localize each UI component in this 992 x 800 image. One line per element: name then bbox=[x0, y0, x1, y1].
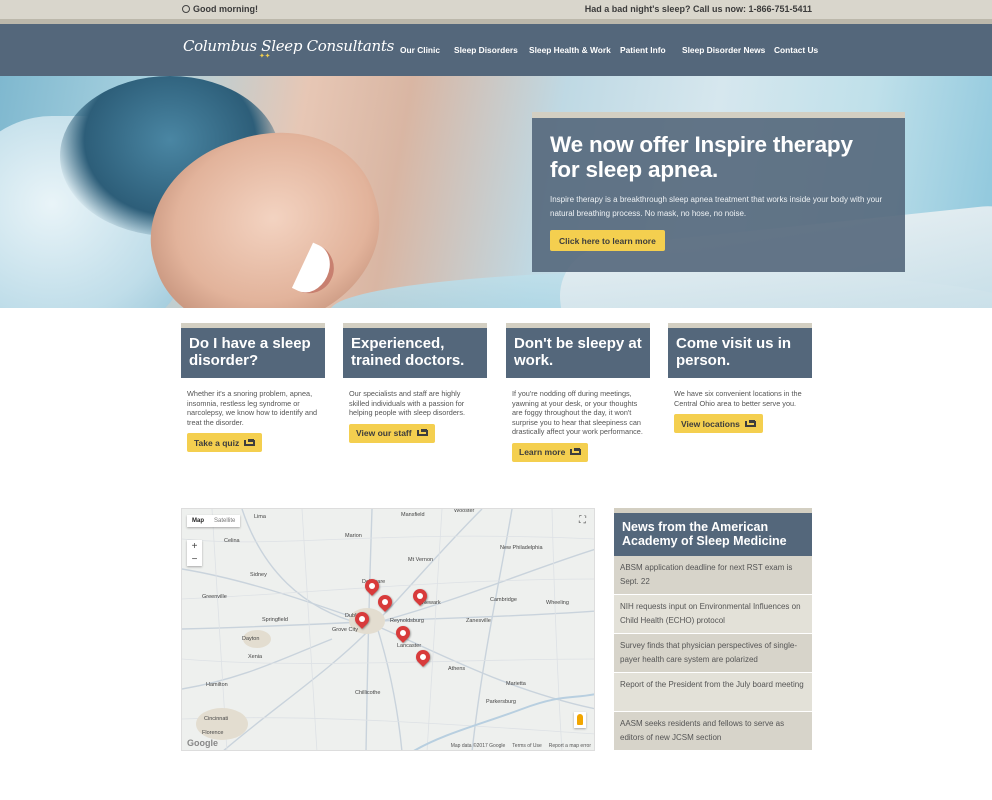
zoom-out-button[interactable]: − bbox=[187, 553, 202, 566]
map-label-florence: Florence bbox=[202, 730, 224, 736]
zoom-control: + − bbox=[187, 540, 202, 566]
hero-promo: We now offer Inspire therapy for sleep a… bbox=[532, 112, 905, 272]
street-view-icon[interactable] bbox=[574, 712, 586, 728]
map-label-lancaster: Lancaster bbox=[397, 643, 422, 649]
nav-item-sleep-disorders[interactable]: Sleep Disorders bbox=[454, 45, 518, 55]
card-body: Whether it's a snoring problem, apnea, i… bbox=[187, 389, 318, 427]
map-label-chillicothe: Chillicothe bbox=[355, 690, 381, 696]
map-label-sidney: Sidney bbox=[250, 572, 267, 578]
map-label-greenville: Greenville bbox=[202, 594, 227, 600]
news-item[interactable]: NIH requests input on Environmental Infl… bbox=[614, 595, 812, 634]
card-body: Our specialists and staff are highly ski… bbox=[349, 389, 466, 417]
map-label-wooster: Wooster bbox=[454, 508, 475, 514]
top-bar: Good morning! Had a bad night's sleep? C… bbox=[0, 0, 992, 19]
bed-icon bbox=[744, 419, 756, 427]
nav-item-contact-us[interactable]: Contact Us bbox=[774, 45, 818, 55]
card-body: If you're nodding off during meetings, y… bbox=[512, 389, 643, 436]
news-title: News from the American Academy of Sleep … bbox=[614, 508, 812, 556]
card-title: Come visit us in person. bbox=[668, 323, 812, 378]
card-doctors: Experienced, trained doctors. Our specia… bbox=[343, 323, 487, 443]
fullscreen-icon[interactable]: ⛶ bbox=[579, 515, 586, 526]
map-label-new-philadelphia: New Philadelphia bbox=[500, 545, 543, 551]
hero-body: Inspire therapy is a breakthrough sleep … bbox=[550, 195, 883, 218]
learn-more-button[interactable]: Learn more bbox=[512, 442, 589, 462]
card-visit: Come visit us in person. We have six con… bbox=[668, 323, 812, 433]
greeting-text: Good morning! bbox=[193, 4, 258, 14]
button-label: Take a quiz bbox=[194, 437, 240, 448]
main-nav: Our Clinic Sleep Disorders Sleep Health … bbox=[0, 45, 992, 57]
news-item[interactable]: ABSM application deadline for next RST e… bbox=[614, 556, 812, 595]
map-label-marietta: Marietta bbox=[506, 681, 526, 687]
zoom-in-button[interactable]: + bbox=[187, 540, 202, 553]
map-label-cambridge: Cambridge bbox=[490, 597, 517, 603]
map-label-zanesville: Zanesville bbox=[466, 618, 491, 624]
map-label-xenia: Xenia bbox=[248, 654, 263, 660]
map-type-satellite[interactable]: Satellite bbox=[209, 515, 240, 527]
hero-cta-button[interactable]: Click here to learn more bbox=[550, 230, 665, 251]
map-footer: Map data ©2017 Google Terms of Use Repor… bbox=[451, 743, 591, 749]
map-data-credit: Map data ©2017 Google bbox=[450, 743, 506, 749]
card-title: Experienced, trained doctors. bbox=[343, 323, 487, 378]
locations-map[interactable]: Lima Celina Marion Mansfield Wooster New… bbox=[181, 508, 595, 751]
map-label-dayton: Dayton bbox=[242, 636, 260, 642]
map-type-control: Map Satellite bbox=[187, 515, 241, 527]
nav-item-sleep-health-work[interactable]: Sleep Health & Work bbox=[529, 45, 611, 55]
greeting: Good morning! bbox=[182, 4, 258, 14]
button-label: View locations bbox=[681, 418, 740, 429]
map-label-grove-city: Grove City bbox=[332, 627, 358, 633]
phone-callout[interactable]: Had a bad night's sleep? Call us now: 1-… bbox=[585, 4, 812, 14]
map-label-lima: Lima bbox=[254, 514, 266, 520]
nav-item-our-clinic[interactable]: Our Clinic bbox=[400, 45, 440, 55]
map-label-mansfield: Mansfield bbox=[401, 512, 425, 518]
button-label: Learn more bbox=[519, 447, 566, 457]
view-locations-button[interactable]: View locations bbox=[674, 414, 763, 433]
map-label-parkersburg: Parkersburg bbox=[486, 699, 516, 705]
map-label-springfield: Springfield bbox=[262, 617, 288, 623]
bed-icon bbox=[416, 429, 428, 436]
nav-item-sleep-disorder-news[interactable]: Sleep Disorder News bbox=[682, 45, 765, 55]
hero-title: We now offer Inspire therapy for sleep a… bbox=[550, 132, 853, 182]
news-item[interactable]: Report of the President from the July bo… bbox=[614, 673, 812, 712]
news-list: ABSM application deadline for next RST e… bbox=[614, 556, 812, 751]
card-body: We have six convenient locations in the … bbox=[674, 389, 802, 408]
map-label-mt-vernon: Mt Vernon bbox=[408, 557, 434, 563]
report-error-link[interactable]: Report a map error bbox=[549, 743, 591, 749]
site-header: Columbus Sleep Consultants ✦✦ Our Clinic… bbox=[0, 24, 992, 76]
button-label: View our staff bbox=[356, 428, 412, 438]
terms-link[interactable]: Terms of Use bbox=[512, 743, 541, 749]
map-label-hamilton: Hamilton bbox=[206, 682, 228, 688]
map-label-athens: Athens bbox=[448, 666, 466, 672]
card-sleepy-work: Don't be sleepy at work. If you're noddi… bbox=[506, 323, 650, 462]
card-sleep-disorder: Do I have a sleep disorder? Whether it's… bbox=[181, 323, 325, 452]
nav-item-patient-info[interactable]: Patient Info bbox=[620, 45, 666, 55]
view-staff-button[interactable]: View our staff bbox=[349, 423, 435, 443]
card-title: Don't be sleepy at work. bbox=[506, 323, 650, 378]
take-quiz-button[interactable]: Take a quiz bbox=[187, 433, 263, 452]
google-logo: Google bbox=[187, 738, 218, 748]
news-item[interactable]: Survey finds that physician perspectives… bbox=[614, 634, 812, 673]
bed-icon bbox=[244, 438, 256, 446]
map-label-cincinnati: Cincinnati bbox=[204, 716, 229, 722]
card-title: Do I have a sleep disorder? bbox=[181, 323, 325, 378]
news-item[interactable]: AASM seeks residents and fellows to serv… bbox=[614, 712, 812, 751]
bed-icon bbox=[570, 448, 582, 455]
news-panel: News from the American Academy of Sleep … bbox=[614, 508, 812, 751]
clock-icon bbox=[182, 5, 190, 13]
map-type-map[interactable]: Map bbox=[187, 515, 209, 527]
map-label-reynoldsburg: Reynoldsburg bbox=[390, 618, 424, 624]
map-label-celina: Celina bbox=[224, 538, 240, 544]
map-label-wheeling: Wheeling bbox=[546, 600, 569, 606]
map-label-marion: Marion bbox=[345, 533, 362, 539]
